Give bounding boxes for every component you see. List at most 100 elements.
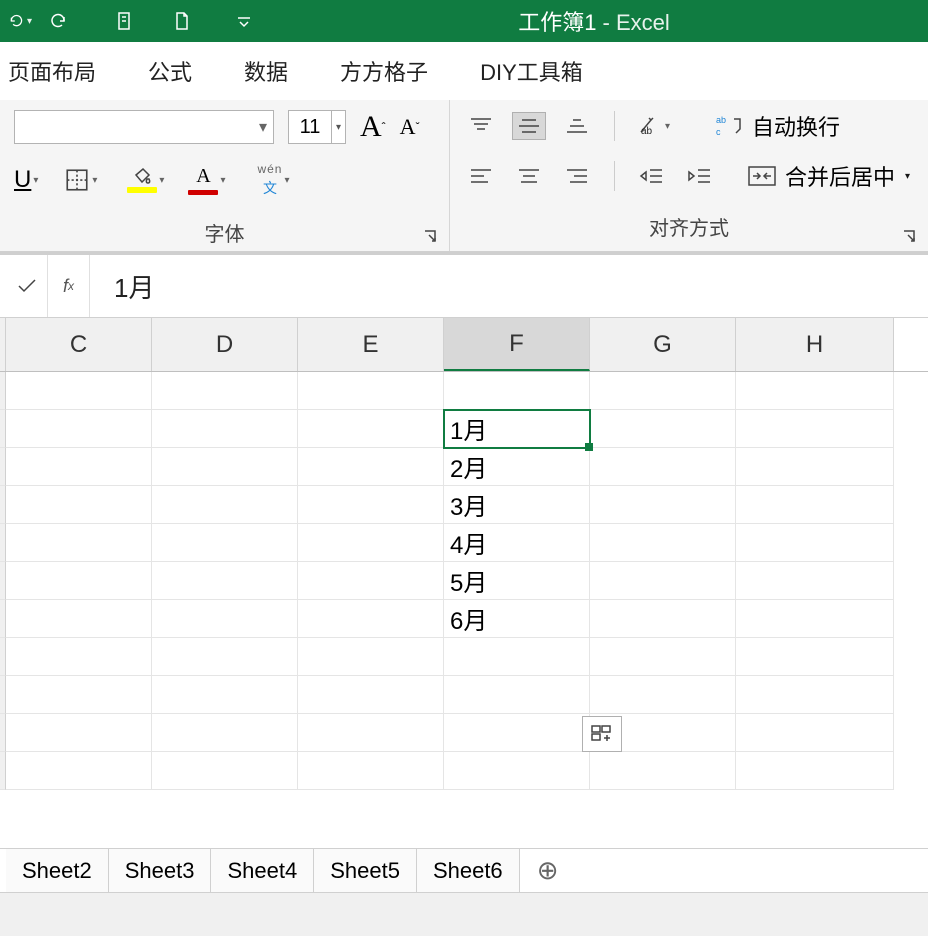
cell-E4[interactable] <box>298 486 444 524</box>
undo-button[interactable]: ▾ <box>8 9 32 33</box>
sheet-tab[interactable]: Sheet5 <box>314 849 417 892</box>
qat-customize-icon[interactable] <box>232 9 256 33</box>
add-sheet-button[interactable]: ⊕ <box>520 855 576 886</box>
align-right-button[interactable] <box>560 162 594 190</box>
cell-C2[interactable] <box>6 410 152 448</box>
decrease-indent-button[interactable] <box>635 162 669 190</box>
sheet-tab[interactable]: Sheet6 <box>417 849 520 892</box>
cell-G8[interactable] <box>590 638 736 676</box>
sheet-tab[interactable]: Sheet2 <box>6 849 109 892</box>
cell-D1[interactable] <box>152 372 298 410</box>
cell-H11[interactable] <box>736 752 894 790</box>
align-top-button[interactable] <box>464 112 498 140</box>
cell-H6[interactable] <box>736 562 894 600</box>
cell-C4[interactable] <box>6 486 152 524</box>
cell-G1[interactable] <box>590 372 736 410</box>
cell-F11[interactable] <box>444 752 590 790</box>
tab-fangfang[interactable]: 方方格子 <box>338 51 430 91</box>
cell-F3[interactable]: 2月 <box>444 448 590 486</box>
tab-diy-toolbox[interactable]: DIY工具箱 <box>478 51 585 91</box>
cell-H4[interactable] <box>736 486 894 524</box>
cell-G11[interactable] <box>590 752 736 790</box>
col-header-h[interactable]: H <box>736 318 894 371</box>
borders-button[interactable]: ▾ <box>64 167 97 193</box>
increase-indent-button[interactable] <box>683 162 717 190</box>
alignment-dialog-launcher[interactable] <box>902 229 918 245</box>
cell-F10[interactable] <box>444 714 590 752</box>
cell-E6[interactable] <box>298 562 444 600</box>
cell-D7[interactable] <box>152 600 298 638</box>
cell-F1[interactable] <box>444 372 590 410</box>
col-header-c[interactable]: C <box>6 318 152 371</box>
cell-F7[interactable]: 6月 <box>444 600 590 638</box>
font-name-select[interactable]: ▾ <box>14 110 274 144</box>
col-header-g[interactable]: G <box>590 318 736 371</box>
font-dialog-launcher[interactable] <box>423 229 439 245</box>
cell-H10[interactable] <box>736 714 894 752</box>
cell-E9[interactable] <box>298 676 444 714</box>
font-color-button[interactable]: A ▾ <box>188 165 225 195</box>
font-size-input[interactable]: 11 <box>288 110 332 144</box>
cell-H8[interactable] <box>736 638 894 676</box>
cell-F6[interactable]: 5月 <box>444 562 590 600</box>
align-bottom-button[interactable] <box>560 112 594 140</box>
tab-data[interactable]: 数据 <box>242 51 290 91</box>
tab-formulas[interactable]: 公式 <box>146 51 194 91</box>
cell-C5[interactable] <box>6 524 152 562</box>
cell-D6[interactable] <box>152 562 298 600</box>
cell-G3[interactable] <box>590 448 736 486</box>
cell-D9[interactable] <box>152 676 298 714</box>
cell-E5[interactable] <box>298 524 444 562</box>
underline-button[interactable]: U▾ <box>14 166 38 194</box>
cell-D4[interactable] <box>152 486 298 524</box>
autofill-options-button[interactable] <box>582 716 622 752</box>
cell-E3[interactable] <box>298 448 444 486</box>
cell-H2[interactable] <box>736 410 894 448</box>
cell-C3[interactable] <box>6 448 152 486</box>
cell-C10[interactable] <box>6 714 152 752</box>
cell-E1[interactable] <box>298 372 444 410</box>
col-header-d[interactable]: D <box>152 318 298 371</box>
cell-E2[interactable] <box>298 410 444 448</box>
cell-F2[interactable]: 1月 <box>444 410 590 448</box>
cell-F5[interactable]: 4月 <box>444 524 590 562</box>
merge-center-button[interactable]: 合并后居中 ▾ <box>747 160 910 192</box>
cell-F8[interactable] <box>444 638 590 676</box>
cell-C6[interactable] <box>6 562 152 600</box>
font-size-dropdown[interactable]: ▾ <box>332 110 346 144</box>
tab-page-layout[interactable]: 页面布局 <box>6 51 98 91</box>
cell-C1[interactable] <box>6 372 152 410</box>
redo-button[interactable] <box>46 9 70 33</box>
cell-E10[interactable] <box>298 714 444 752</box>
col-header-f[interactable]: F <box>444 318 590 371</box>
formula-confirm-button[interactable] <box>6 255 48 317</box>
align-center-button[interactable] <box>512 162 546 190</box>
sheet-tab[interactable]: Sheet3 <box>109 849 212 892</box>
align-middle-button[interactable] <box>512 112 546 140</box>
fill-color-button[interactable]: ▾ <box>127 167 164 193</box>
cell-E7[interactable] <box>298 600 444 638</box>
insert-function-button[interactable]: fx <box>48 255 90 317</box>
print-preview-icon[interactable] <box>112 9 136 33</box>
fill-handle[interactable] <box>585 443 593 451</box>
cell-D11[interactable] <box>152 752 298 790</box>
cell-G4[interactable] <box>590 486 736 524</box>
decrease-font-button[interactable]: Aˇ <box>400 114 420 140</box>
cell-F9[interactable] <box>444 676 590 714</box>
cell-D3[interactable] <box>152 448 298 486</box>
cell-H7[interactable] <box>736 600 894 638</box>
cell-D8[interactable] <box>152 638 298 676</box>
cell-C9[interactable] <box>6 676 152 714</box>
cell-E11[interactable] <box>298 752 444 790</box>
wrap-text-button[interactable]: abc 自动换行 <box>714 110 840 142</box>
cell-G2[interactable] <box>590 410 736 448</box>
increase-font-button[interactable]: Aˆ <box>360 110 386 144</box>
cell-F4[interactable]: 3月 <box>444 486 590 524</box>
cell-G7[interactable] <box>590 600 736 638</box>
cell-H3[interactable] <box>736 448 894 486</box>
cell-H5[interactable] <box>736 524 894 562</box>
cell-G5[interactable] <box>590 524 736 562</box>
sheet-tab[interactable]: Sheet4 <box>211 849 314 892</box>
cell-G6[interactable] <box>590 562 736 600</box>
cell-D10[interactable] <box>152 714 298 752</box>
